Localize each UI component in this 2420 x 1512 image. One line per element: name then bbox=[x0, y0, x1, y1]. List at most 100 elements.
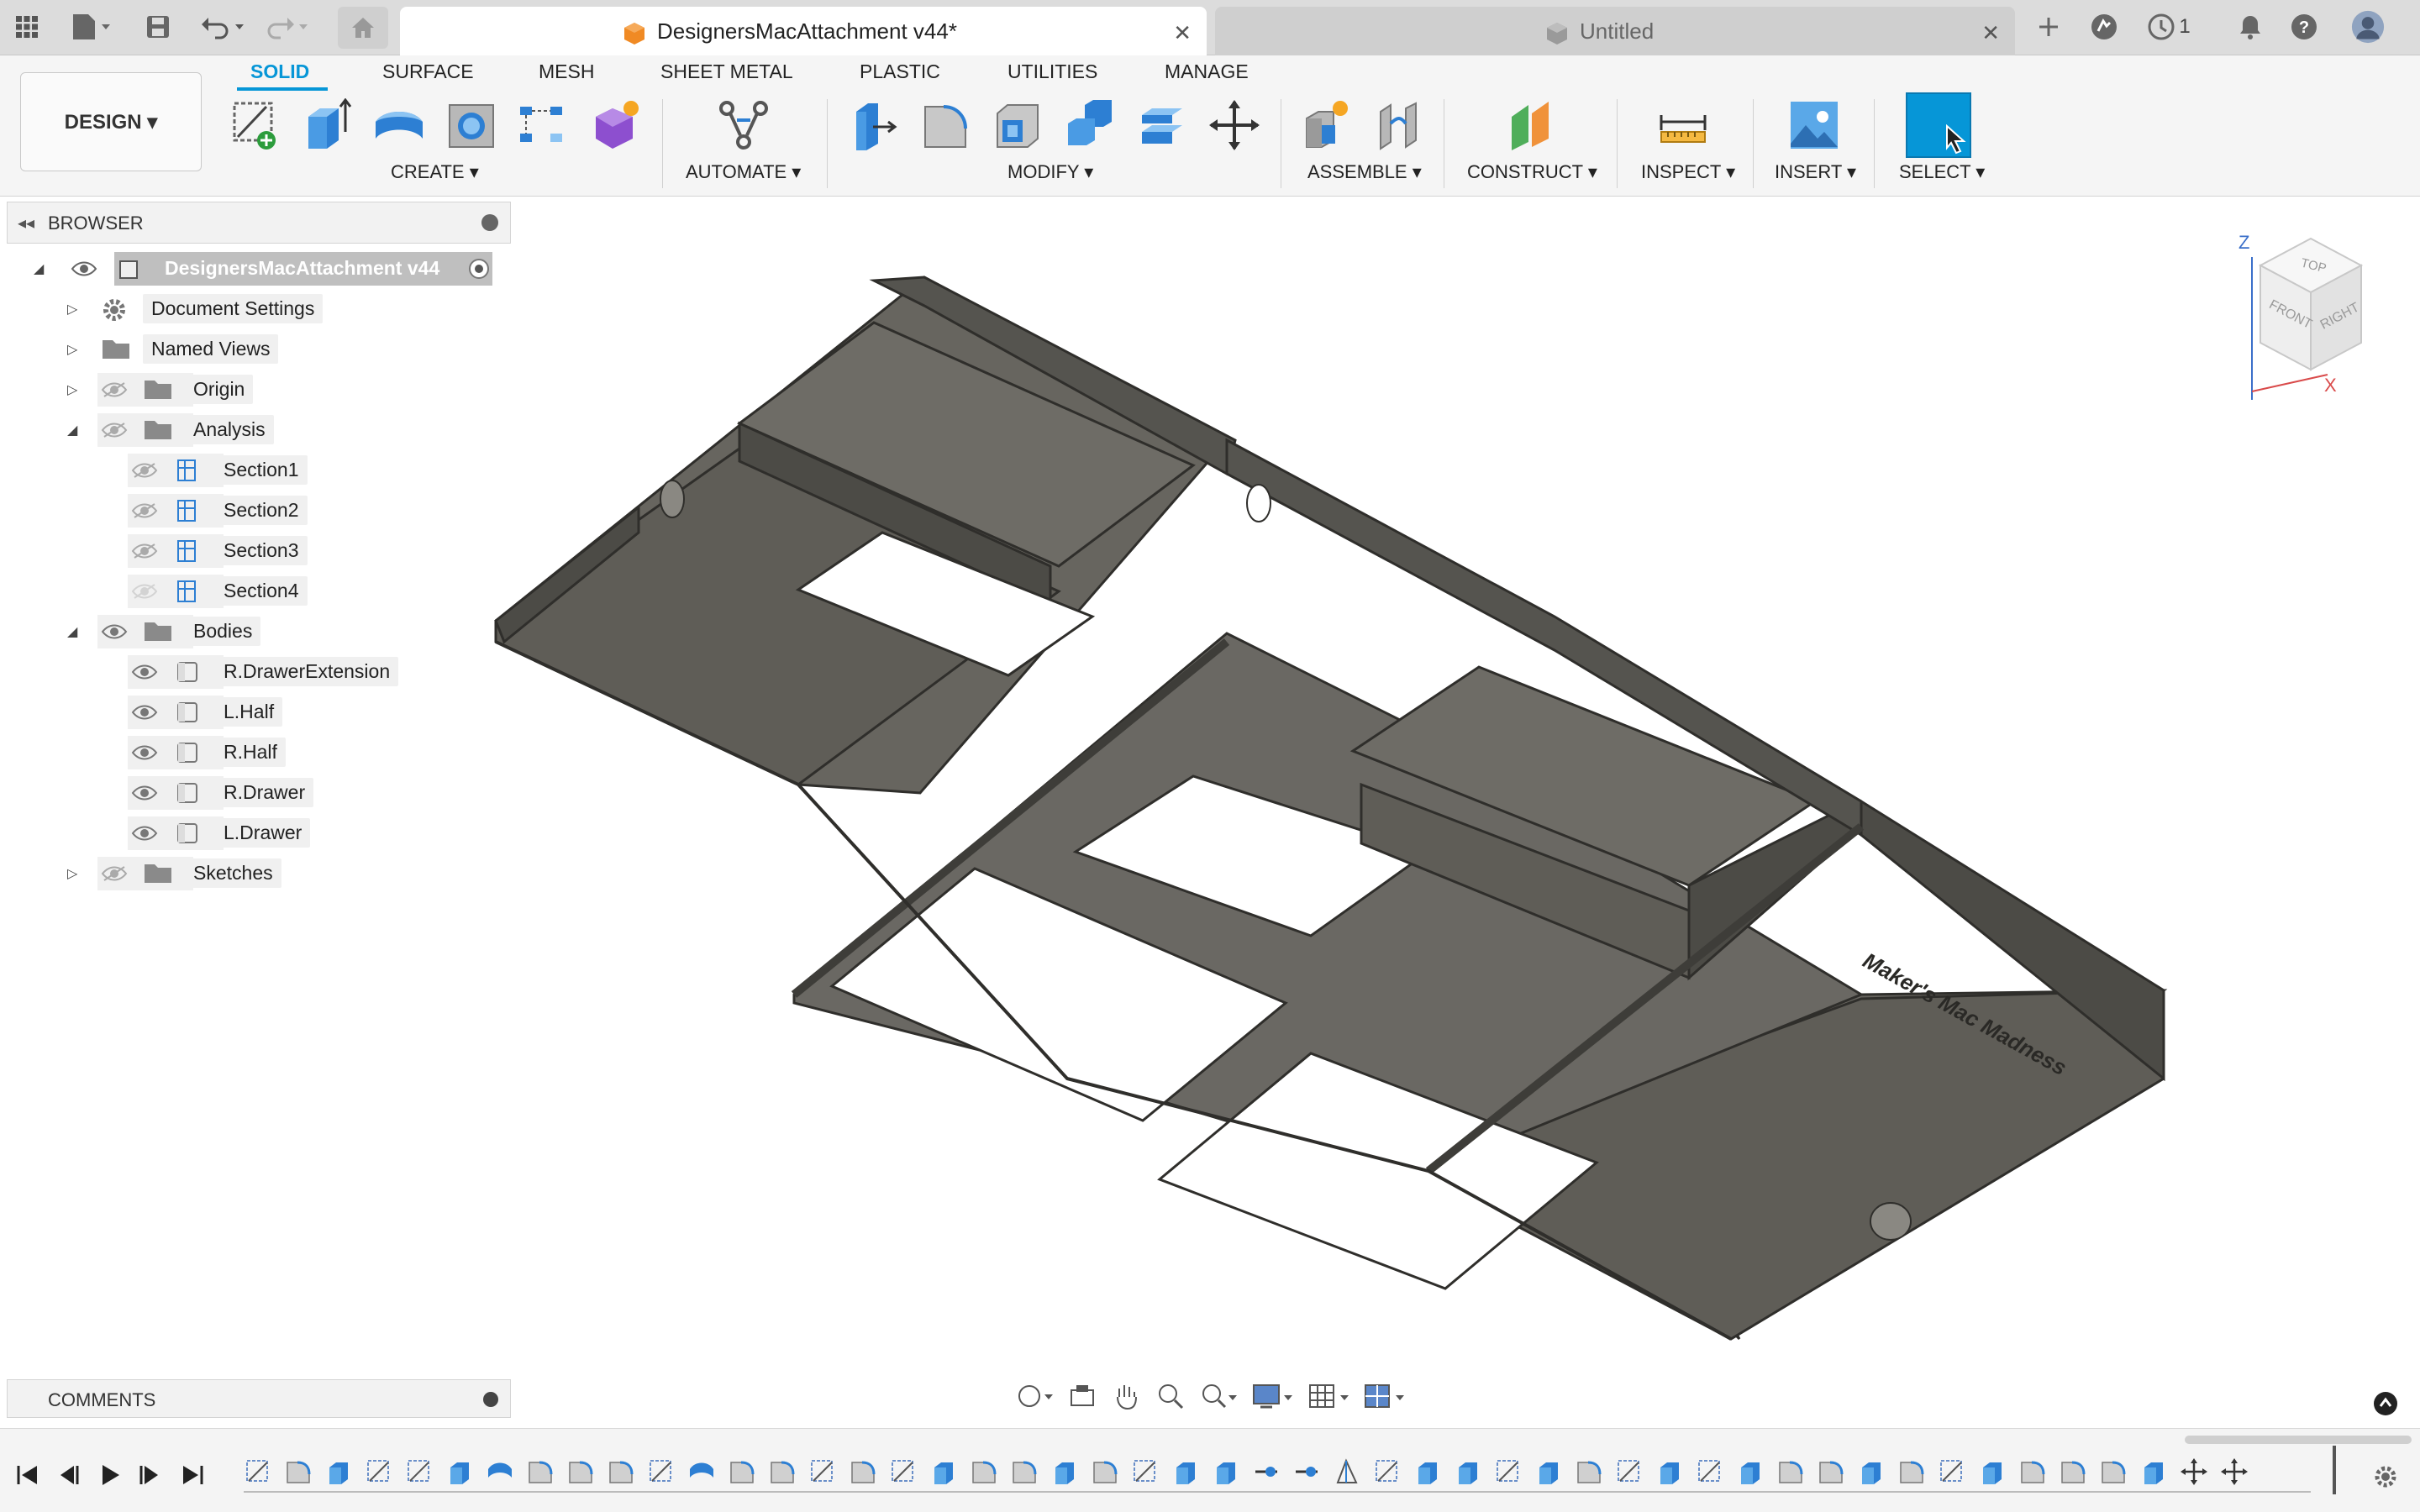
extensions-icon[interactable] bbox=[2087, 10, 2121, 44]
undo-icon[interactable] bbox=[198, 10, 249, 44]
timeline-feature-fillet-icon[interactable] bbox=[1575, 1457, 1603, 1490]
tree-item-l-half[interactable]: L.Half bbox=[0, 696, 504, 729]
timeline-feature-fillet-icon[interactable] bbox=[970, 1457, 998, 1490]
eye-visible-icon[interactable] bbox=[131, 825, 158, 842]
timeline-feature-extrude-icon[interactable] bbox=[1978, 1457, 2007, 1490]
activate-radio-icon[interactable] bbox=[469, 259, 489, 279]
automate-icon[interactable] bbox=[716, 96, 771, 155]
automate-group-label[interactable]: AUTOMATE ▾ bbox=[686, 161, 801, 183]
timeline-feature-extrude-icon[interactable] bbox=[324, 1457, 353, 1490]
collapse-panel-icon[interactable]: ◂◂ bbox=[18, 213, 34, 234]
job-status-icon[interactable]: 1 bbox=[2141, 10, 2196, 44]
offset-face-icon[interactable] bbox=[1134, 96, 1190, 155]
eye-hidden-icon[interactable] bbox=[131, 462, 158, 479]
fillet-icon[interactable] bbox=[918, 96, 973, 155]
eye-visible-icon[interactable] bbox=[101, 623, 128, 640]
timeline-marker[interactable] bbox=[2333, 1446, 2336, 1494]
timeline-feature-sketch-icon[interactable] bbox=[808, 1457, 837, 1490]
modify-group-label[interactable]: MODIFY ▾ bbox=[1007, 161, 1093, 183]
expand-triangle-icon[interactable]: ▷ bbox=[67, 301, 77, 318]
new-component-icon[interactable] bbox=[1299, 96, 1355, 155]
timeline-feature-fillet-icon[interactable] bbox=[284, 1457, 313, 1490]
add-comment-icon[interactable] bbox=[483, 1392, 498, 1407]
tree-item-r-drawer[interactable]: R.Drawer bbox=[0, 776, 504, 810]
timeline-feature-extrude-icon[interactable] bbox=[445, 1457, 474, 1490]
close-tab-icon[interactable]: ✕ bbox=[1173, 20, 1192, 46]
tree-item-section3[interactable]: Section3 bbox=[0, 534, 504, 568]
timeline-feature-extrude-icon[interactable] bbox=[1050, 1457, 1079, 1490]
tree-item-document-settings[interactable]: ▷ Document Settings bbox=[0, 292, 504, 326]
timeline-feature-fillet-icon[interactable] bbox=[607, 1457, 635, 1490]
tab-designers-mac-attachment[interactable]: DesignersMacAttachment v44* ✕ bbox=[400, 7, 1207, 55]
expand-triangle-icon[interactable]: ▷ bbox=[67, 341, 77, 358]
timeline-feature-fillet-icon[interactable] bbox=[2059, 1457, 2087, 1490]
tab-solid[interactable]: SOLID bbox=[250, 60, 309, 83]
timeline-feature-fillet-icon[interactable] bbox=[728, 1457, 756, 1490]
timeline-feature-extrude-icon[interactable] bbox=[2139, 1457, 2168, 1490]
revolve-icon[interactable] bbox=[371, 96, 427, 155]
new-tab-icon[interactable] bbox=[2032, 10, 2065, 44]
timeline-feature-fillet-icon[interactable] bbox=[1010, 1457, 1039, 1490]
shell-icon[interactable] bbox=[990, 96, 1045, 155]
eye-hidden-icon[interactable] bbox=[131, 502, 158, 519]
extrude-icon[interactable] bbox=[299, 96, 355, 155]
timeline-feature-extrude-icon[interactable] bbox=[1413, 1457, 1442, 1490]
timeline-feature-joint-icon[interactable] bbox=[1292, 1457, 1321, 1490]
joint-icon[interactable] bbox=[1371, 96, 1427, 155]
eye-hidden-icon[interactable] bbox=[101, 422, 128, 438]
timeline-feature-extrude-icon[interactable] bbox=[1736, 1457, 1765, 1490]
timeline-feature-fillet-icon[interactable] bbox=[2099, 1457, 2128, 1490]
timeline-feature-revolve-icon[interactable] bbox=[687, 1457, 716, 1490]
home-icon[interactable] bbox=[338, 7, 388, 49]
eye-visible-icon[interactable] bbox=[71, 260, 97, 281]
timeline-feature-extrude-icon[interactable] bbox=[1171, 1457, 1200, 1490]
timeline-feature-fillet-icon[interactable] bbox=[1776, 1457, 1805, 1490]
workspace-switcher-button[interactable]: DESIGN ▾ bbox=[20, 72, 202, 171]
tab-sheet-metal[interactable]: SHEET METAL bbox=[660, 60, 793, 83]
create-form-icon[interactable] bbox=[588, 96, 644, 155]
expand-triangle-icon[interactable]: ◢ bbox=[34, 260, 44, 277]
timeline-feature-extrude-icon[interactable] bbox=[1857, 1457, 1886, 1490]
eye-visible-icon[interactable] bbox=[131, 664, 158, 680]
assemble-group-label[interactable]: ASSEMBLE ▾ bbox=[1307, 161, 1422, 183]
zoom-icon[interactable] bbox=[1156, 1382, 1185, 1415]
pattern-icon[interactable] bbox=[514, 96, 570, 155]
tab-mesh[interactable]: MESH bbox=[539, 60, 594, 83]
app-grid-icon[interactable] bbox=[10, 10, 44, 44]
close-tab-icon[interactable]: ✕ bbox=[1981, 20, 2000, 46]
eye-hidden-icon[interactable] bbox=[101, 381, 128, 398]
timeline-settings-gear-icon[interactable] bbox=[2371, 1462, 2400, 1495]
tree-item-section4[interactable]: Section4 bbox=[0, 575, 504, 608]
save-icon[interactable] bbox=[141, 10, 175, 44]
expand-triangle-icon[interactable]: ▷ bbox=[67, 865, 77, 882]
select-tool-button[interactable] bbox=[1906, 92, 1971, 158]
view-cube[interactable]: Z X TOP FRONT RIGHT bbox=[2235, 232, 2386, 425]
help-icon[interactable]: ? bbox=[2287, 10, 2321, 44]
timeline-feature-sketch-icon[interactable] bbox=[1938, 1457, 1966, 1490]
timeline-feature-joint-icon[interactable] bbox=[1252, 1457, 1281, 1490]
timeline-play-icon[interactable] bbox=[97, 1462, 123, 1488]
press-pull-icon[interactable] bbox=[845, 96, 901, 155]
timeline-feature-move-icon[interactable] bbox=[2180, 1457, 2208, 1490]
tree-item-named-views[interactable]: ▷ Named Views bbox=[0, 333, 504, 366]
tab-surface[interactable]: SURFACE bbox=[382, 60, 474, 83]
timeline-feature-extrude-icon[interactable] bbox=[929, 1457, 958, 1490]
timeline-feature-extrude-icon[interactable] bbox=[1655, 1457, 1684, 1490]
timeline-first-icon[interactable] bbox=[15, 1462, 40, 1488]
inspect-group-label[interactable]: INSPECT ▾ bbox=[1641, 161, 1735, 183]
tree-item-l-drawer[interactable]: L.Drawer bbox=[0, 816, 504, 850]
timeline-feature-fillet-icon[interactable] bbox=[1817, 1457, 1845, 1490]
tree-item-bodies[interactable]: ◢ Bodies bbox=[0, 615, 504, 648]
construct-group-label[interactable]: CONSTRUCT ▾ bbox=[1467, 161, 1597, 183]
expand-triangle-icon[interactable]: ◢ bbox=[67, 623, 77, 640]
display-settings-icon[interactable] bbox=[1252, 1382, 1293, 1415]
eye-visible-icon[interactable] bbox=[131, 785, 158, 801]
timeline-feature-move-icon[interactable] bbox=[2220, 1457, 2249, 1490]
tree-item-analysis[interactable]: ◢ Analysis bbox=[0, 413, 504, 447]
tree-item-origin[interactable]: ▷ Origin bbox=[0, 373, 504, 407]
eye-hidden-icon[interactable] bbox=[131, 543, 158, 559]
combine-icon[interactable] bbox=[1062, 96, 1118, 155]
eye-hidden-icon[interactable] bbox=[101, 865, 128, 882]
timeline-feature-sketch-icon[interactable] bbox=[1696, 1457, 1724, 1490]
timeline-feature-extrude-icon[interactable] bbox=[1454, 1457, 1482, 1490]
